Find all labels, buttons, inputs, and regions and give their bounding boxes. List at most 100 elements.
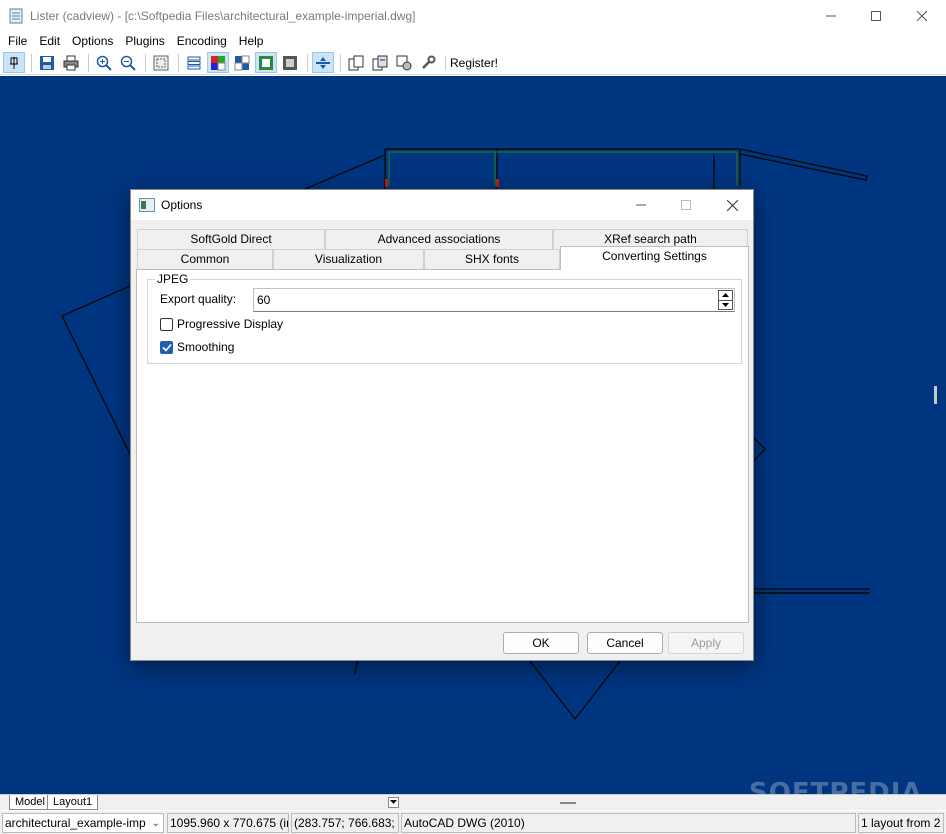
layers-button[interactable] [183,52,205,73]
black-white-button[interactable] [231,52,253,73]
menu-encoding[interactable]: Encoding [173,34,231,48]
toolbar-separator [145,53,146,72]
print-icon [63,55,79,70]
copy-layout-button[interactable] [369,52,391,73]
chevron-up-icon [722,293,729,298]
status-bar: architectural_example-imp ⌄ 1095.960 x 7… [0,811,946,834]
smoothing-label: Smoothing [177,340,235,354]
toolbar: Register! [0,51,946,75]
gray-background-button[interactable] [279,52,301,73]
tab-converting-settings[interactable]: Converting Settings [560,246,749,270]
settings-button[interactable] [393,52,415,73]
print-button[interactable] [60,52,82,73]
minimize-icon [826,15,836,16]
save-button[interactable] [36,52,58,73]
maximize-icon [681,200,691,210]
background-icon [259,55,273,70]
export-quality-input[interactable] [257,292,707,308]
dialog-titlebar: Options [131,190,753,220]
dialog-app-icon [139,198,155,212]
tab-common[interactable]: Common [137,249,273,269]
maximize-icon [871,10,881,21]
menu-bar: File Edit Options Plugins Encoding Help [0,31,946,51]
dialog-title: Options [161,198,203,212]
apply-button[interactable]: Apply [668,632,744,654]
layout-tabs-dropdown[interactable] [388,797,399,808]
window-title: Lister (cadview) - [c:\Softpedia Files\a… [30,8,416,23]
menu-edit[interactable]: Edit [35,34,64,48]
zoom-in-button[interactable] [93,52,115,73]
toolbar-separator [307,53,308,72]
dialog-minimize-button[interactable] [621,190,661,220]
minimize-button[interactable] [808,0,854,31]
copy-icon [348,55,364,70]
smoothing-checkbox[interactable] [160,340,173,354]
file-selector-value: architectural_example-imp [5,816,146,830]
cancel-button[interactable]: Cancel [587,632,663,654]
checkmark-icon [161,343,172,352]
export-quality-stepper[interactable] [253,288,735,312]
horizontal-scrollbar-thumb[interactable] [560,802,576,804]
ok-button[interactable]: OK [503,632,579,654]
zoom-out-button[interactable] [117,52,139,73]
zoom-in-icon [96,55,112,71]
copy-button[interactable] [345,52,367,73]
spin-buttons [718,290,733,310]
progressive-display-checkbox[interactable] [160,317,173,331]
copy-layout-icon [372,55,388,70]
chevron-down-icon [390,800,397,804]
progressive-display-option[interactable]: Progressive Display [160,317,283,331]
settings-icon [396,55,412,70]
menu-options[interactable]: Options [68,34,117,48]
close-icon [917,10,927,21]
zoom-out-icon [120,55,136,71]
color-mode-button[interactable] [207,52,229,73]
save-icon [40,55,54,70]
gray-square-icon [283,55,297,70]
vertical-scrollbar-thumb[interactable] [934,386,937,404]
color-palette-icon [211,55,226,70]
cursor-coordinates: (283.757; 766.683; 0) [291,813,399,833]
tab-softgold-direct[interactable]: SoftGold Direct [137,229,325,249]
pin-icon [10,56,18,69]
tab-shx-fonts[interactable]: SHX fonts [424,249,560,269]
file-format: AutoCAD DWG (2010) [401,813,856,833]
file-selector[interactable]: architectural_example-imp ⌄ [2,813,164,833]
export-quality-label: Export quality: [160,292,237,306]
jpeg-groupbox: JPEG Export quality: Progressive Display [147,272,742,364]
chevron-down-icon: ⌄ [151,818,160,829]
layers-icon [187,56,201,69]
register-link[interactable]: Register! [445,55,498,70]
menu-help[interactable]: Help [235,34,268,48]
smoothing-option[interactable]: Smoothing [160,340,234,354]
progressive-display-label: Progressive Display [177,317,284,331]
tools-button[interactable] [417,52,439,73]
menu-plugins[interactable]: Plugins [121,34,168,48]
minimize-icon [636,204,646,206]
toolbar-separator [340,53,341,72]
dialog-maximize-button[interactable] [666,190,706,220]
pin-button[interactable] [3,52,25,73]
tab-visualization[interactable]: Visualization [273,249,424,269]
background-button[interactable] [255,52,277,73]
toolbar-separator [88,53,89,72]
menu-file[interactable]: File [4,34,31,48]
maximize-button[interactable] [853,0,899,31]
dialog-close-button[interactable] [712,190,752,220]
fit-to-window-button[interactable] [150,52,172,73]
black-white-icon [234,55,250,70]
toolbar-separator [31,53,32,72]
spin-up-button[interactable] [719,291,732,301]
split-view-button[interactable] [312,52,334,73]
spin-down-button[interactable] [719,301,732,310]
tab-layout1[interactable]: Layout1 [47,795,99,810]
window-titlebar: Lister (cadview) - [c:\Softpedia Files\a… [0,0,946,31]
tab-advanced-associations[interactable]: Advanced associations [325,229,553,249]
close-button[interactable] [899,0,945,31]
chevron-down-icon [722,302,729,307]
tab-model[interactable]: Model [9,795,51,810]
layout-tabs-bar: Model Layout1 [0,794,946,810]
options-dialog: Options SoftGold Direct Advanced associa… [130,189,754,661]
jpeg-group-title: JPEG [155,272,191,286]
layout-count: 1 layout from 2 [858,813,944,833]
